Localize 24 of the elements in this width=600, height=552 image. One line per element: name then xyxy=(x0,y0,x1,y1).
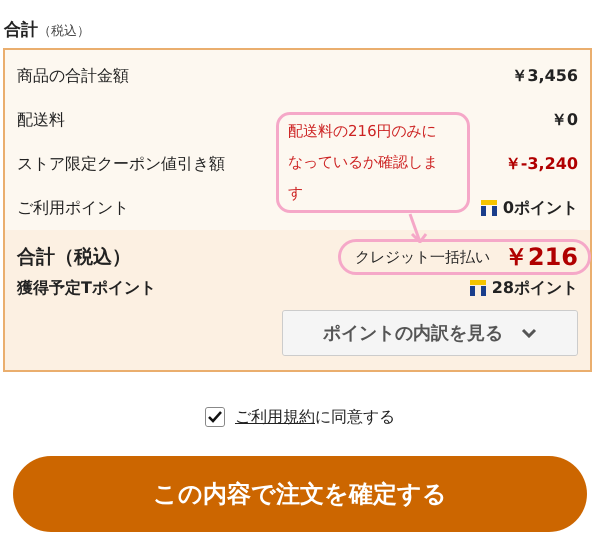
terms-link[interactable]: ご利用規約 xyxy=(235,406,315,426)
points-breakdown-button[interactable]: ポイントの内訳を見る xyxy=(282,310,578,356)
confirm-order-button[interactable]: この内容で注文を確定する xyxy=(13,456,587,532)
tax-note: （税込） xyxy=(38,23,90,40)
section-title: 合計 xyxy=(4,19,38,41)
t-logo-icon xyxy=(480,200,497,216)
t-logo-icon xyxy=(470,280,486,296)
payment-method: クレジット一括払い xyxy=(354,248,490,266)
earned-points-label: 獲得予定Tポイント xyxy=(17,278,156,298)
summary-label: ご利用ポイント xyxy=(17,198,129,218)
summary-label: 商品の合計金額 xyxy=(17,66,129,86)
summary-label: 配送料 xyxy=(17,110,65,130)
summary-value: ￥0 xyxy=(550,110,578,130)
summary-value: 0ポイント xyxy=(502,198,578,218)
agreement-text: ご利用規約に同意する xyxy=(235,406,395,428)
total-label: 合計（税込） xyxy=(17,245,131,270)
summary-value: ￥3,456 xyxy=(511,66,578,86)
chevron-down-icon xyxy=(521,328,537,338)
annotation-callout: 配送料の216円のみになっているか確認します xyxy=(276,112,470,213)
total-amount: ￥216 xyxy=(504,242,578,273)
summary-value: ￥-3,240 xyxy=(504,154,578,174)
earned-points-value: 28ポイント xyxy=(492,278,578,298)
agree-checkbox[interactable] xyxy=(205,407,225,427)
summary-label: ストア限定クーポン値引き額 xyxy=(17,154,225,174)
